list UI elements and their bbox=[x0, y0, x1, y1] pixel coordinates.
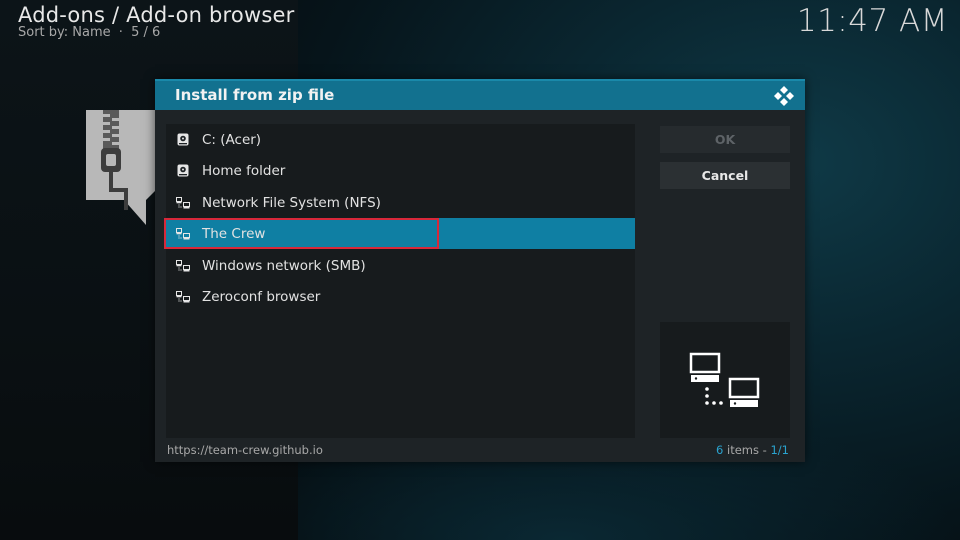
network-icon bbox=[176, 196, 190, 210]
dialog-header: Install from zip file bbox=[155, 79, 805, 110]
page-indicator: 1/1 bbox=[770, 443, 789, 457]
item-count-number: 6 bbox=[716, 443, 724, 457]
list-item-smb[interactable]: Windows network (SMB) bbox=[166, 250, 635, 281]
item-count-dash: - bbox=[762, 443, 767, 457]
sort-separator: · bbox=[118, 25, 123, 40]
item-position: 5 / 6 bbox=[131, 25, 161, 40]
list-item-label: C: (Acer) bbox=[202, 131, 262, 148]
highlight-outline bbox=[164, 218, 439, 249]
hard-drive-icon bbox=[176, 133, 190, 147]
list-item-zeroconf[interactable]: Zeroconf browser bbox=[166, 281, 635, 312]
sort-info: Sort by: Name · 5 / 6 bbox=[18, 25, 160, 40]
network-icon bbox=[176, 259, 190, 273]
hard-drive-icon bbox=[176, 164, 190, 178]
network-icon bbox=[176, 290, 190, 304]
clock: 11:47 AM bbox=[796, 3, 948, 39]
list-item-c-drive[interactable]: C: (Acer) bbox=[166, 124, 635, 155]
kodi-logo-icon bbox=[774, 86, 794, 106]
cancel-button[interactable]: Cancel bbox=[660, 162, 790, 189]
list-item-home-folder[interactable]: Home folder bbox=[166, 155, 635, 186]
item-count: 6 items - 1/1 bbox=[716, 443, 789, 457]
network-large-icon bbox=[689, 352, 760, 407]
current-path: https://team-crew.github.io bbox=[167, 443, 323, 457]
breadcrumb-title: Add-ons / Add-on browser bbox=[18, 3, 295, 27]
list-item-the-crew[interactable]: The Crew bbox=[164, 218, 635, 249]
source-list: C: (Acer) Home folder Network File Syste… bbox=[164, 124, 635, 438]
zip-file-icon bbox=[86, 110, 166, 225]
list-item-label: Network File System (NFS) bbox=[202, 194, 381, 211]
preview-panel bbox=[660, 322, 790, 438]
ok-button[interactable]: OK bbox=[660, 126, 790, 153]
dialog-title: Install from zip file bbox=[175, 86, 335, 104]
list-item-label: Zeroconf browser bbox=[202, 288, 321, 305]
list-item-label: Home folder bbox=[202, 162, 286, 179]
list-item-label: Windows network (SMB) bbox=[202, 257, 366, 274]
list-item-nfs[interactable]: Network File System (NFS) bbox=[166, 187, 635, 218]
item-count-word: items bbox=[727, 443, 760, 457]
install-from-zip-dialog: Install from zip file C: (Acer) Home fol… bbox=[155, 79, 805, 462]
sort-label: Sort by: Name bbox=[18, 25, 111, 40]
